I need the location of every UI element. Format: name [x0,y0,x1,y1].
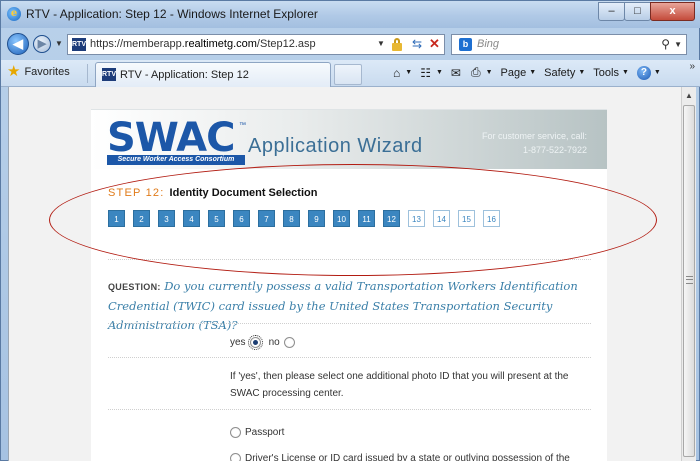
tab-label: RTV - Application: Step 12 [120,69,249,81]
tab-favicon: RTV [102,68,116,81]
yes-radio[interactable] [247,335,263,350]
favorites-button[interactable]: ★ Favorites [7,63,70,80]
answer-row: yes no [230,335,299,350]
yes-label: yes [230,337,246,348]
mail-icon: ✉ [450,65,461,80]
divider [108,409,592,410]
maximize-button[interactable]: □ [624,2,651,21]
search-placeholder[interactable]: Bing [477,38,499,50]
read-mail-button[interactable]: ✉ [451,66,463,80]
question: QUESTION: Do you currently possess a val… [108,277,598,335]
back-button[interactable]: ◀ [7,33,29,55]
divider [108,323,592,324]
wizard-title: Application Wizard [248,135,423,157]
question-label: QUESTION: [108,282,161,292]
favorites-bar: ★ Favorites RTV RTV - Application: Step … [1,60,700,87]
search-icon[interactable]: ⚲ [661,37,670,51]
print-icon: ⎙ [470,65,481,79]
page-header: SWAC ™ Secure Worker Access Consortium A… [91,109,607,169]
stop-icon[interactable]: ✕ [429,36,440,52]
instructions-text: If 'yes', then please select one additio… [230,371,569,399]
address-bar[interactable]: RTV https://memberapp.realtimetg.com/Ste… [67,34,445,55]
window-controls: – □ x [598,2,695,21]
option-drivers-license[interactable]: Driver's License or ID card issued by a … [230,453,570,461]
page-menu[interactable]: Page ▼ [501,67,537,79]
address-dropdown-icon[interactable]: ▼ [377,39,385,48]
highlight-annotation [49,164,657,276]
drivers-license-radio[interactable] [230,453,241,461]
feeds-button[interactable]: ☷ ▼ [420,66,443,80]
new-tab-button[interactable] [334,64,362,85]
safety-menu-label: Safety [544,66,576,79]
command-bar: ⌂ ▼ ☷ ▼ ✉ ⎙ ▼ Page ▼ Safety ▼ Tools ▼ ? ▼ [393,65,669,80]
home-button[interactable]: ⌂ ▼ [393,66,412,80]
drivers-license-label: Driver's License or ID card issued by a … [245,453,570,461]
divider [87,64,88,83]
page-viewport: SWAC ™ Secure Worker Access Consortium A… [8,87,681,461]
passport-radio[interactable] [230,427,241,438]
help-icon: ? [636,65,651,80]
print-button[interactable]: ⎙ ▼ [471,65,493,80]
question-text: Do you currently possess a valid Transpo… [108,279,578,332]
star-icon: ★ [7,63,21,80]
search-dropdown-icon[interactable]: ▼ [674,40,682,49]
minimize-button[interactable]: – [598,2,625,21]
no-label: no [268,337,280,348]
rss-icon: ☷ [420,65,431,80]
option-passport[interactable]: Passport [230,427,284,438]
refresh-icon[interactable]: ⇆ [412,37,422,51]
passport-label: Passport [245,427,285,438]
divider [108,357,592,358]
search-box[interactable]: b Bing ⚲ ▼ [451,34,687,55]
scrollbar-thumb[interactable] [683,105,695,457]
close-button[interactable]: x [650,2,695,21]
swac-logo: SWAC ™ Secure Worker Access Consortium [107,115,246,165]
site-favicon: RTV [72,38,86,51]
internet-explorer-icon: e [7,7,21,21]
vertical-scrollbar[interactable]: ▲ [681,87,696,461]
url-text[interactable]: https://memberapp.realtimetg.com/Step12.… [90,38,316,50]
lock-icon[interactable] [392,38,402,51]
scroll-up-icon[interactable]: ▲ [683,89,695,103]
safety-menu[interactable]: Safety ▼ [544,67,585,79]
tab-active[interactable]: RTV RTV - Application: Step 12 [95,62,331,87]
bing-icon: b [459,38,472,51]
help-button[interactable]: ? ▼ [636,65,661,80]
favorites-label: Favorites [24,66,70,78]
navigation-bar: ◀ ▶ ▼ RTV https://memberapp.realtimetg.c… [1,28,700,60]
window-title: RTV - Application: Step 12 - Windows Int… [26,7,318,21]
home-icon: ⌂ [393,65,401,80]
tools-menu-label: Tools [593,66,619,79]
page-menu-label: Page [500,66,527,79]
no-radio[interactable] [283,337,295,348]
forward-button[interactable]: ▶ [33,35,51,53]
tools-menu[interactable]: Tools ▼ [593,67,629,79]
customer-service-info: For customer service, call: 1-877-522-79… [481,131,587,155]
browser-window: e RTV - Application: Step 12 - Windows I… [0,0,700,461]
application-page: SWAC ™ Secure Worker Access Consortium A… [91,109,607,461]
title-bar: e RTV - Application: Step 12 - Windows I… [1,1,700,28]
recent-pages-dropdown-icon[interactable]: ▼ [55,39,63,48]
chevron-right-icon[interactable]: » [689,61,695,72]
